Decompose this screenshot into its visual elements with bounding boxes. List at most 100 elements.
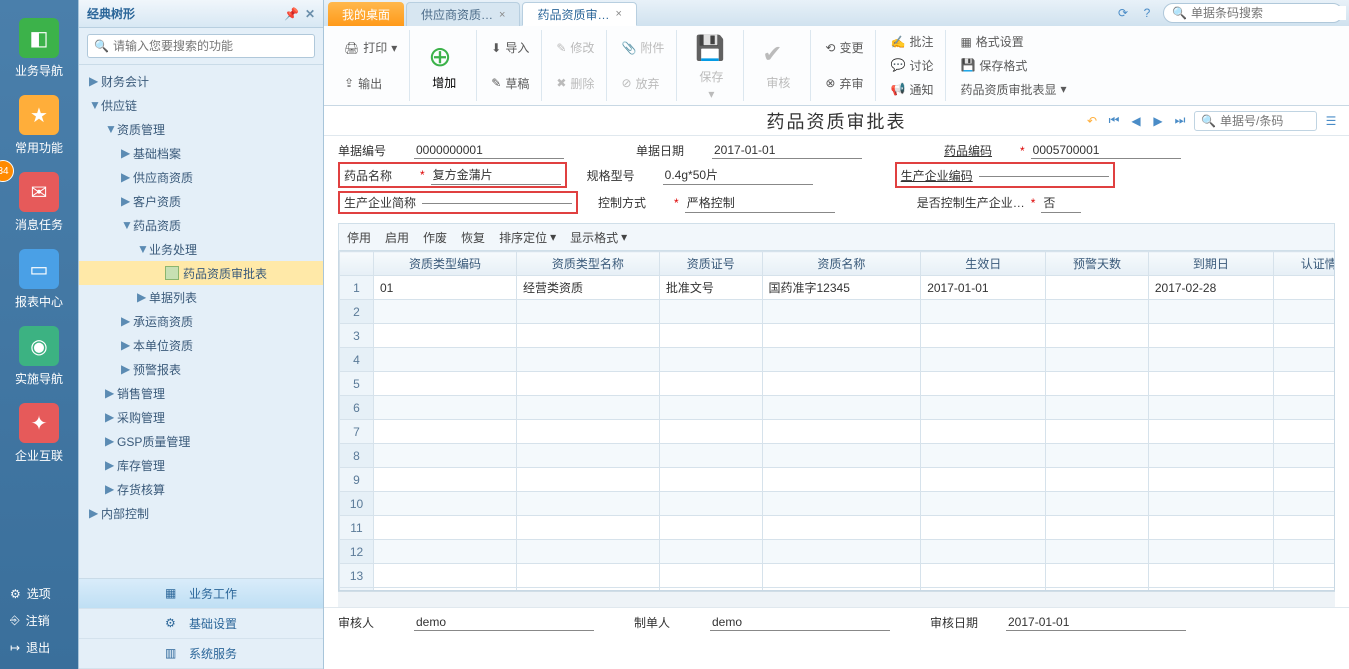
table-row[interactable]: 13 <box>340 564 1336 588</box>
cell[interactable] <box>1148 324 1273 348</box>
cell[interactable] <box>762 372 921 396</box>
cell[interactable] <box>1148 348 1273 372</box>
cell[interactable] <box>659 492 762 516</box>
col-header[interactable]: 认证情况 <box>1273 252 1335 276</box>
table-row[interactable]: 7 <box>340 420 1336 444</box>
notify-button[interactable]: 📢通知 <box>886 78 937 100</box>
table-row[interactable]: 8 <box>340 444 1336 468</box>
cell[interactable] <box>921 516 1046 540</box>
cell[interactable] <box>762 444 921 468</box>
restore-button[interactable]: 恢复 <box>461 229 485 246</box>
cell[interactable] <box>1148 300 1273 324</box>
table-row[interactable]: 3 <box>340 324 1336 348</box>
cell[interactable] <box>1273 372 1335 396</box>
cell[interactable] <box>1046 276 1149 300</box>
cell[interactable] <box>659 372 762 396</box>
save-button[interactable]: 💾 保存▾ <box>687 30 735 105</box>
cell[interactable] <box>1273 492 1335 516</box>
table-row[interactable]: 101经营类资质批准文号国药准字123452017-01-012017-02-2… <box>340 276 1336 300</box>
col-header[interactable]: 资质类型编码 <box>374 252 517 276</box>
cell[interactable] <box>1148 444 1273 468</box>
draft-button[interactable]: ✎草稿 <box>487 72 533 94</box>
cell[interactable] <box>516 348 659 372</box>
next-icon[interactable]: ▶ <box>1150 113 1166 129</box>
close-icon[interactable]: × <box>615 8 621 20</box>
cell[interactable] <box>1046 492 1149 516</box>
global-search-input[interactable] <box>1191 6 1346 20</box>
tree-node[interactable]: ▶财务会计 <box>79 69 323 93</box>
cell[interactable]: 国药准字12345 <box>762 276 921 300</box>
tab-supplier[interactable]: 供应商资质…× <box>406 2 520 26</box>
rail-options[interactable]: ⚙选项 <box>0 580 78 607</box>
cell[interactable] <box>1046 348 1149 372</box>
col-header[interactable]: 到期日 <box>1148 252 1273 276</box>
import-button[interactable]: ⬇导入 <box>487 37 533 59</box>
cell[interactable] <box>762 492 921 516</box>
doc-search-input[interactable] <box>1220 114 1310 128</box>
discard-button[interactable]: ⊘放弃 <box>617 72 668 94</box>
cell[interactable] <box>659 420 762 444</box>
cell[interactable] <box>516 564 659 588</box>
rail-impl[interactable]: ◉ 实施导航 <box>0 318 78 395</box>
cell[interactable] <box>659 348 762 372</box>
enable-button[interactable]: 启用 <box>385 229 409 246</box>
tree-node[interactable]: ▶GSP质量管理 <box>79 429 323 453</box>
refresh-icon[interactable]: ⟳ <box>1115 5 1131 21</box>
approve-button[interactable]: ✍批注 <box>886 31 937 53</box>
modify-button[interactable]: ✎修改 <box>552 37 598 59</box>
sort-button[interactable]: 排序定位 ▾ <box>499 229 556 246</box>
tree-footer-basic[interactable]: ⚙ 基础设置 <box>79 609 323 639</box>
undo-icon[interactable]: ↶ <box>1084 113 1100 129</box>
cell[interactable] <box>374 564 517 588</box>
table-row[interactable]: 6 <box>340 396 1336 420</box>
tree-node[interactable]: ▶内部控制 <box>79 501 323 525</box>
tree-footer-system[interactable]: ▥ 系统服务 <box>79 639 323 669</box>
discuss-button[interactable]: 💬讨论 <box>886 54 937 76</box>
cell[interactable] <box>762 540 921 564</box>
menu-icon[interactable]: ☰ <box>1323 113 1339 129</box>
cell[interactable] <box>1273 540 1335 564</box>
cell[interactable]: 01 <box>374 276 517 300</box>
cell[interactable] <box>374 444 517 468</box>
audit-button[interactable]: ✔ 审核 <box>754 36 802 95</box>
cell[interactable] <box>1273 300 1335 324</box>
format-button[interactable]: ▦格式设置 <box>956 31 1070 53</box>
pin-icon[interactable]: 📌 <box>284 7 299 21</box>
cell[interactable] <box>659 300 762 324</box>
cell[interactable] <box>1148 564 1273 588</box>
prev-icon[interactable]: ◀ <box>1128 113 1144 129</box>
tree-node[interactable]: ▶采购管理 <box>79 405 323 429</box>
cell[interactable] <box>374 396 517 420</box>
cell[interactable] <box>1148 540 1273 564</box>
cell[interactable] <box>516 372 659 396</box>
cell[interactable] <box>921 372 1046 396</box>
void-button[interactable]: 作废 <box>423 229 447 246</box>
delete-button[interactable]: ✖删除 <box>552 72 598 94</box>
cell[interactable] <box>374 540 517 564</box>
tree-node[interactable]: ▼药品资质 <box>79 213 323 237</box>
cell[interactable] <box>659 468 762 492</box>
tree-node[interactable]: ▶预警报表 <box>79 357 323 381</box>
cell[interactable] <box>516 324 659 348</box>
tree-node[interactable]: ▶承运商资质 <box>79 309 323 333</box>
rail-enterprise[interactable]: ✦ 企业互联 <box>0 395 78 472</box>
cell[interactable] <box>1148 468 1273 492</box>
cell[interactable]: 经营类资质 <box>516 276 659 300</box>
cell[interactable] <box>374 348 517 372</box>
table-row[interactable]: 4 <box>340 348 1336 372</box>
cell[interactable] <box>762 516 921 540</box>
cell[interactable] <box>762 468 921 492</box>
tree-node[interactable]: ▼资质管理 <box>79 117 323 141</box>
reject-button[interactable]: ⊗弃审 <box>821 72 867 94</box>
tree-node[interactable]: ▶销售管理 <box>79 381 323 405</box>
table-row[interactable]: 10 <box>340 492 1336 516</box>
cell[interactable] <box>516 540 659 564</box>
displayfmt-button[interactable]: 显示格式 ▾ <box>570 229 627 246</box>
tree-node[interactable]: ▶单据列表 <box>79 285 323 309</box>
cell[interactable] <box>1273 396 1335 420</box>
add-button[interactable]: ⊕ 增加 <box>420 36 468 95</box>
print-button[interactable]: 🖨打印▾ <box>340 37 401 59</box>
close-icon[interactable]: × <box>499 9 505 21</box>
cell[interactable] <box>1273 324 1335 348</box>
cell[interactable] <box>762 300 921 324</box>
